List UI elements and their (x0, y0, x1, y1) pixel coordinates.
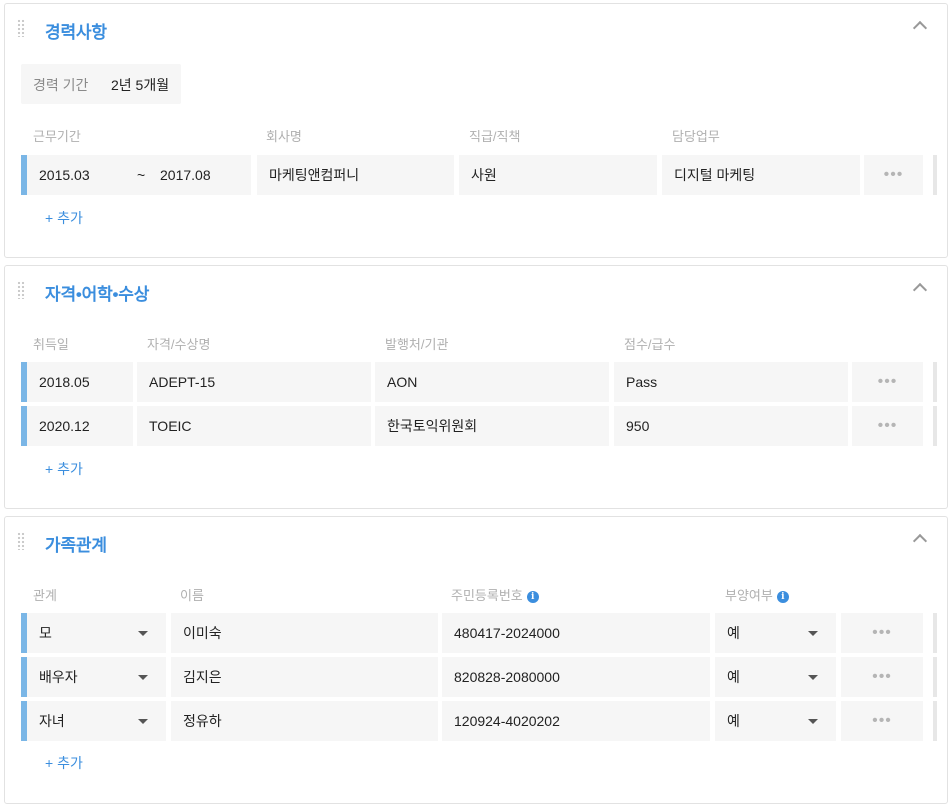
career-duty-cell[interactable]: 디지털 마케팅 (662, 155, 860, 195)
cert-score-cell[interactable]: Pass (614, 362, 848, 402)
career-period-separator: ~ (137, 167, 146, 183)
career-section: 경력사항 경력 기간 2년 5개월 근무기간 회사명 직급/직책 담당업무 20… (4, 3, 948, 258)
column-header-dependent: 부양여부 i (725, 585, 789, 604)
cert-date-cell[interactable]: 2020.12 (27, 406, 133, 446)
column-header-id-number: 주민등록번호 i (451, 585, 539, 604)
row-edge (933, 701, 937, 741)
career-add-button[interactable]: + 추가 (45, 208, 83, 228)
row-edge (933, 155, 937, 195)
relation-select-value: 모 (39, 625, 52, 641)
more-icon[interactable]: ••• (852, 362, 923, 402)
family-section: 가족관계 관계 이름 주민등록번호 i 부양여부 i 모 이미숙 480417-20… (4, 516, 948, 804)
family-row: 배우자 김지은 820828-2080000 예 ••• (21, 657, 937, 697)
cert-section: 자격•어학•수상 취득일 자격/수상명 발행처/기관 점수/급수 2018.05… (4, 265, 948, 509)
family-section-header: 가족관계 (5, 517, 947, 565)
drag-handle-icon[interactable] (17, 19, 25, 37)
cert-issuer-cell[interactable]: AON (375, 362, 609, 402)
dependent-select[interactable]: 예 (715, 613, 836, 653)
dropdown-caret-icon (808, 719, 818, 724)
dependent-select[interactable]: 예 (715, 657, 836, 697)
family-name-cell[interactable]: 김지은 (171, 657, 438, 697)
family-name-cell[interactable]: 이미숙 (171, 613, 438, 653)
column-header-score: 점수/급수 (624, 337, 676, 352)
cert-score-cell[interactable]: 950 (614, 406, 848, 446)
relation-select-value: 배우자 (39, 669, 78, 685)
family-row: 자녀 정유하 120924-4020202 예 ••• (21, 701, 937, 741)
career-section-title: 경력사항 (45, 23, 107, 42)
cert-date-cell[interactable]: 2018.05 (27, 362, 133, 402)
column-header-dependent-label: 부양여부 (725, 588, 773, 603)
dropdown-caret-icon (808, 675, 818, 680)
row-edge (933, 362, 937, 402)
more-icon[interactable]: ••• (841, 613, 923, 653)
family-name-cell[interactable]: 정유하 (171, 701, 438, 741)
family-add-button[interactable]: + 추가 (45, 753, 83, 773)
column-header-relation: 관계 (33, 588, 57, 603)
column-header-position: 직급/직책 (469, 129, 521, 144)
career-period-label: 경력 기간 (33, 77, 89, 93)
chevron-up-icon[interactable] (912, 20, 928, 36)
info-icon[interactable]: i (776, 590, 789, 603)
relation-select[interactable]: 배우자 (27, 657, 166, 697)
chevron-up-icon[interactable] (912, 282, 928, 298)
drag-handle-icon[interactable] (17, 532, 25, 550)
column-header-id-number-label: 주민등록번호 (451, 588, 523, 603)
career-company-cell[interactable]: 마케팅앤컴퍼니 (257, 155, 454, 195)
cert-section-title: 자격•어학•수상 (45, 285, 150, 304)
row-edge (933, 657, 937, 697)
column-header-duty: 담당업무 (672, 129, 720, 144)
column-header-issuer: 발행처/기관 (385, 337, 449, 352)
more-icon[interactable]: ••• (841, 701, 923, 741)
more-icon[interactable]: ••• (841, 657, 923, 697)
cert-name-cell[interactable]: TOEIC (137, 406, 371, 446)
id-number-cell[interactable]: 820828-2080000 (442, 657, 710, 697)
row-edge (933, 406, 937, 446)
relation-select[interactable]: 자녀 (27, 701, 166, 741)
column-header-period: 근무기간 (33, 129, 81, 144)
family-section-title: 가족관계 (45, 536, 107, 555)
dependent-select-value: 예 (727, 669, 740, 685)
dependent-select[interactable]: 예 (715, 701, 836, 741)
career-row: 2015.03 ~ 2017.08 마케팅앤컴퍼니 사원 디지털 마케팅 ••• (21, 155, 937, 195)
id-number-cell[interactable]: 120924-4020202 (442, 701, 710, 741)
cert-section-header: 자격•어학•수상 (5, 266, 947, 314)
drag-handle-icon[interactable] (17, 281, 25, 299)
info-icon[interactable]: i (526, 590, 539, 603)
career-period-box: 경력 기간 2년 5개월 (21, 64, 181, 104)
cert-issuer-cell[interactable]: 한국토익위원회 (375, 406, 609, 446)
dropdown-caret-icon (138, 719, 148, 724)
row-edge (933, 613, 937, 653)
more-icon[interactable]: ••• (852, 406, 923, 446)
dropdown-caret-icon (808, 631, 818, 636)
career-period-cell[interactable]: 2015.03 ~ 2017.08 (27, 155, 251, 195)
dependent-select-value: 예 (727, 625, 740, 641)
column-header-cert-name: 자격/수상명 (147, 337, 211, 352)
dependent-select-value: 예 (727, 713, 740, 729)
career-section-header: 경력사항 (5, 4, 947, 52)
family-row: 모 이미숙 480417-2024000 예 ••• (21, 613, 937, 653)
column-header-date: 취득일 (33, 337, 69, 352)
cert-name-cell[interactable]: ADEPT-15 (137, 362, 371, 402)
cert-row: 2018.05 ADEPT-15 AON Pass ••• (21, 362, 937, 402)
career-period-value: 2년 5개월 (111, 77, 170, 93)
chevron-up-icon[interactable] (912, 533, 928, 549)
column-header-name: 이름 (180, 588, 204, 603)
more-icon[interactable]: ••• (864, 155, 923, 195)
career-start-date: 2015.03 (39, 167, 90, 183)
relation-select[interactable]: 모 (27, 613, 166, 653)
column-header-company: 회사명 (266, 129, 302, 144)
id-number-cell[interactable]: 480417-2024000 (442, 613, 710, 653)
relation-select-value: 자녀 (39, 713, 65, 729)
dropdown-caret-icon (138, 631, 148, 636)
cert-row: 2020.12 TOEIC 한국토익위원회 950 ••• (21, 406, 937, 446)
cert-add-button[interactable]: + 추가 (45, 459, 83, 479)
dropdown-caret-icon (138, 675, 148, 680)
career-position-cell[interactable]: 사원 (459, 155, 657, 195)
career-end-date: 2017.08 (160, 167, 211, 183)
